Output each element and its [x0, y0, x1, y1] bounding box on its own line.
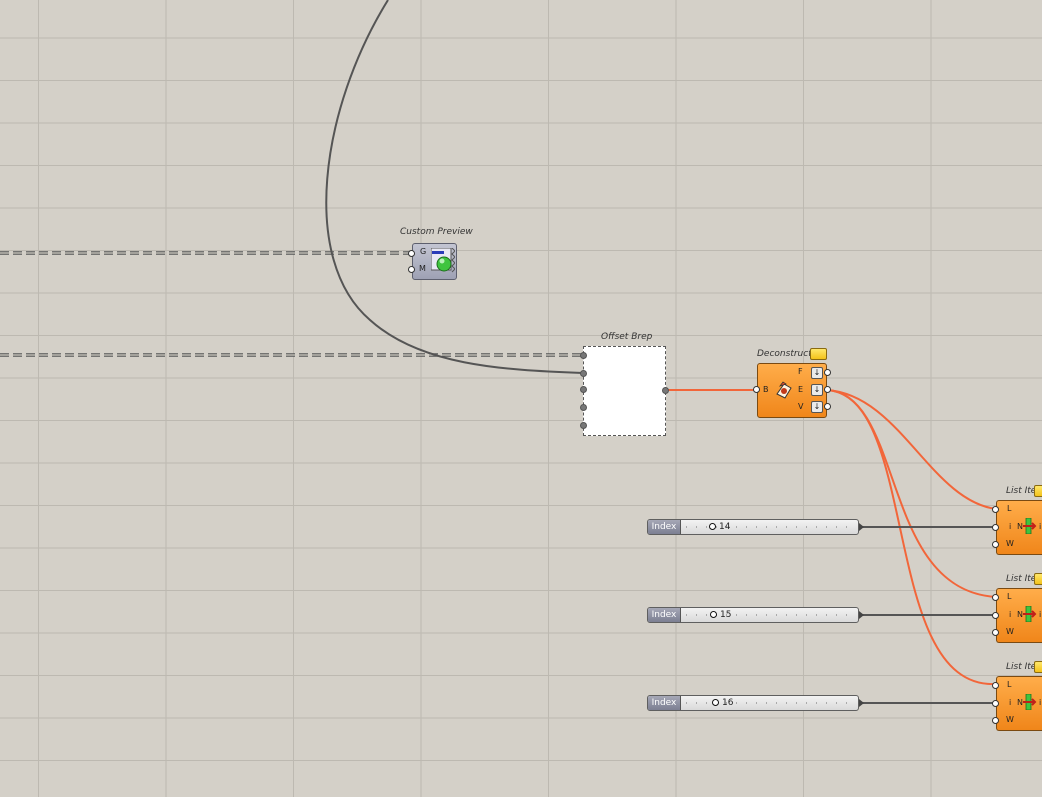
- deconstruct-title: Deconstruct: [757, 349, 812, 359]
- slider-output-port[interactable]: [859, 699, 864, 707]
- slider-grip[interactable]: [712, 699, 719, 706]
- custom-preview-input-g: G: [420, 247, 427, 256]
- list-item-port-w[interactable]: [992, 629, 999, 636]
- list-item-input-i: i: [1009, 610, 1012, 619]
- index-slider-2[interactable]: Index 15: [647, 607, 864, 623]
- deconstruct-input-b: B: [763, 385, 769, 394]
- list-item-input-w: W: [1006, 627, 1014, 636]
- wire-edges-list1: [826, 389, 997, 510]
- slider-grip[interactable]: [710, 611, 717, 618]
- slider-label: Index: [648, 608, 681, 622]
- offset-port-4[interactable]: [580, 404, 587, 411]
- deconstruct-output-v: V: [798, 402, 804, 411]
- wire-edges-list2: [826, 389, 997, 598]
- list-item-input-w: W: [1006, 715, 1014, 724]
- deconstruct-output-f: F: [798, 367, 803, 376]
- custom-preview-title: Custom Preview: [400, 227, 473, 237]
- list-item-input-i: i: [1009, 698, 1012, 707]
- list-item-title: List Ite: [1006, 574, 1037, 584]
- slider-output-port[interactable]: [859, 611, 864, 619]
- custom-preview-component[interactable]: G M: [412, 243, 457, 280]
- list-item-message-balloon[interactable]: [1034, 573, 1042, 585]
- deconstruct-component[interactable]: B F E V ↓ ↓ ↓: [757, 363, 827, 418]
- slider-grip[interactable]: [709, 523, 716, 530]
- list-item-output-i: i: [1039, 522, 1042, 531]
- slider-value: 16: [722, 698, 734, 708]
- offset-brep-title: Offset Brep: [601, 332, 653, 342]
- list-item-port-l[interactable]: [992, 594, 999, 601]
- wire-edges-list3: [826, 389, 997, 686]
- deconstruct-port-f[interactable]: [824, 369, 831, 376]
- list-item-input-w: W: [1006, 539, 1014, 548]
- slider-label: Index: [648, 520, 681, 534]
- list-item-port-l[interactable]: [992, 506, 999, 513]
- list-item-input-l: L: [1007, 680, 1012, 689]
- deconstruct-port-v[interactable]: [824, 403, 831, 410]
- list-item-input-l: L: [1007, 504, 1012, 513]
- list-item-port-i[interactable]: [992, 700, 999, 707]
- chevron-down-icon[interactable]: ↓: [811, 367, 823, 379]
- list-item-output-i: i: [1039, 698, 1042, 707]
- slider-output-port[interactable]: [859, 523, 864, 531]
- curve-wire: [325, 0, 584, 374]
- list-item-port-i[interactable]: [992, 612, 999, 619]
- slider-label: Index: [648, 696, 681, 710]
- list-item-message-balloon[interactable]: [1034, 485, 1042, 497]
- custom-preview-port-g[interactable]: [408, 250, 415, 257]
- deconstruct-port-b[interactable]: [753, 386, 760, 393]
- list-item-port-w[interactable]: [992, 717, 999, 724]
- list-item-port-i[interactable]: [992, 524, 999, 531]
- chevron-down-icon[interactable]: ↓: [811, 401, 823, 413]
- list-item-message-balloon[interactable]: [1034, 661, 1042, 673]
- list-item-port-w[interactable]: [992, 541, 999, 548]
- offset-port-5[interactable]: [580, 422, 587, 429]
- index-slider-3[interactable]: Index 16: [647, 695, 864, 711]
- list-item-title: List Ite: [1006, 486, 1037, 496]
- list-item-component-1[interactable]: L i W N i: [996, 500, 1042, 555]
- list-item-title: List Ite: [1006, 662, 1037, 672]
- index-slider-1[interactable]: Index 14: [647, 519, 864, 535]
- slider-track: [686, 702, 850, 704]
- list-item-port-l[interactable]: [992, 682, 999, 689]
- offset-port-1[interactable]: [580, 352, 587, 359]
- slider-value: 15: [720, 610, 732, 620]
- list-item-icon: [1023, 694, 1037, 710]
- preview-sphere-icon: [431, 248, 455, 273]
- offset-output-port[interactable]: [662, 387, 669, 394]
- deconstruct-output-e: E: [798, 385, 804, 394]
- chevron-down-icon[interactable]: ↓: [811, 384, 823, 396]
- list-item-icon: [1023, 606, 1037, 622]
- offset-port-3[interactable]: [580, 386, 587, 393]
- list-item-output-i: i: [1039, 610, 1042, 619]
- deconstruct-message-balloon[interactable]: [810, 348, 827, 360]
- slider-value: 14: [719, 522, 731, 532]
- list-item-component-3[interactable]: L i W N i: [996, 676, 1042, 731]
- wires-layer: [0, 0, 997, 704]
- list-item-component-2[interactable]: L i W N i: [996, 588, 1042, 643]
- deconstruct-brep-icon: [776, 381, 792, 399]
- deconstruct-port-e[interactable]: [824, 386, 831, 393]
- custom-preview-input-m: M: [419, 264, 426, 273]
- list-item-icon: [1023, 518, 1037, 534]
- offset-brep-component[interactable]: [583, 346, 666, 436]
- custom-preview-port-m[interactable]: [408, 266, 415, 273]
- list-item-input-i: i: [1009, 522, 1012, 531]
- list-item-input-l: L: [1007, 592, 1012, 601]
- offset-port-2[interactable]: [580, 370, 587, 377]
